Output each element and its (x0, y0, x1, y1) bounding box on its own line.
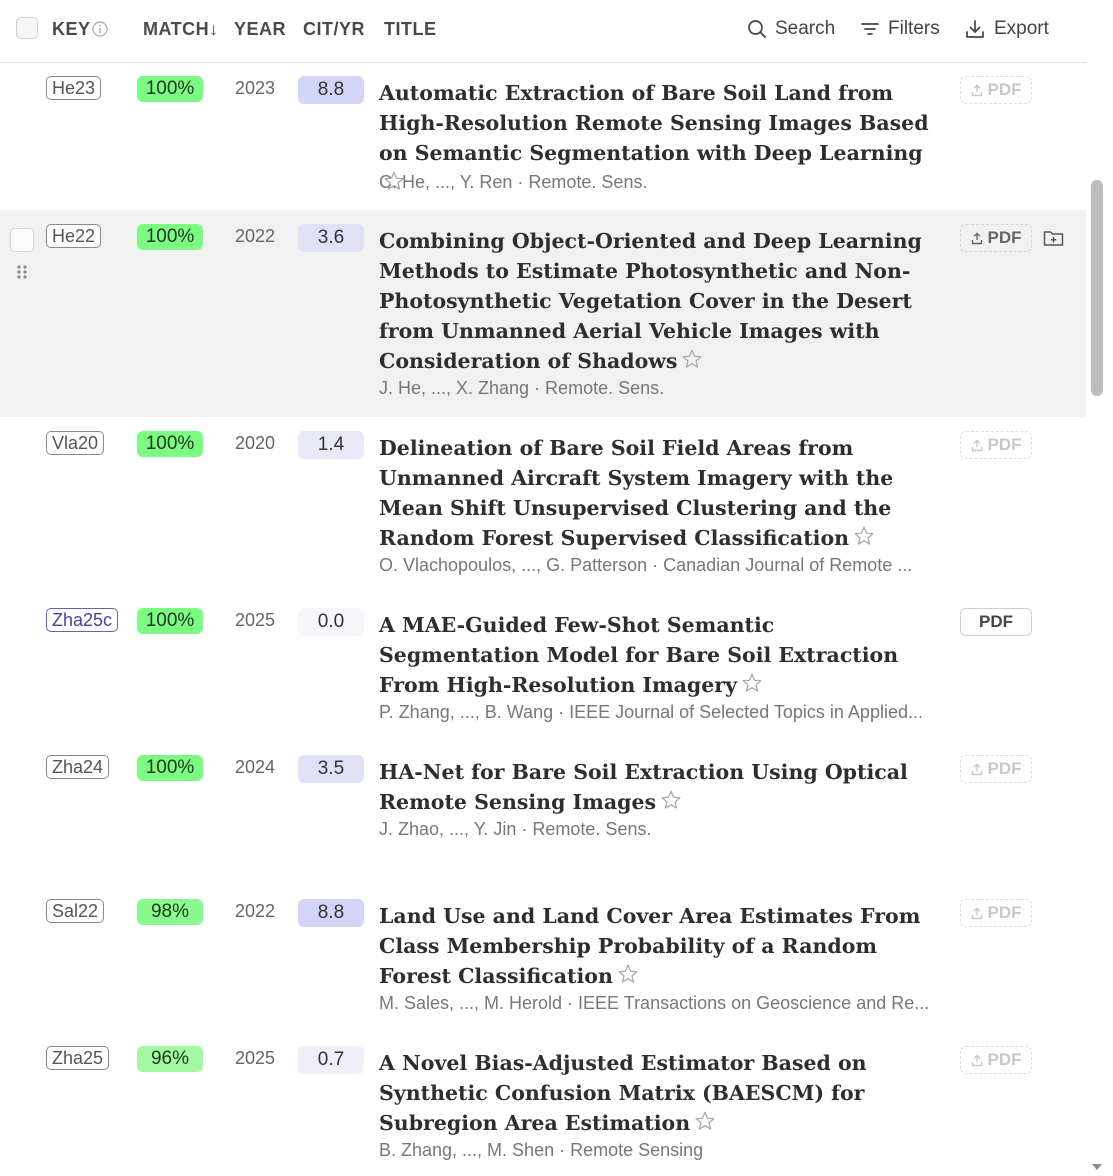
table-row[interactable]: Zha24 100% 2024 3.5 HA-Net for Bare Soil… (0, 741, 1086, 885)
export-button[interactable]: Export (964, 18, 1049, 40)
scroll-down-arrow-icon[interactable] (1091, 1162, 1103, 1172)
paper-title[interactable]: Land Use and Land Cover Area Estimates F… (379, 901, 939, 991)
star-icon[interactable] (853, 525, 875, 547)
pdf-label: PDF (987, 759, 1022, 778)
paper-authors-venue: J. Zhao, ..., Y. Jin · Remote. Sens. (379, 819, 652, 839)
paper-title[interactable]: A Novel Bias-Adjusted Estimator Based on… (379, 1048, 939, 1138)
citation-key-badge[interactable]: Sal22 (46, 899, 105, 923)
scrollbar-thumb[interactable] (1091, 180, 1103, 396)
pdf-upload-button[interactable]: PDF (960, 755, 1032, 783)
table-row[interactable]: He22 100% 2022 3.6 Combining Object-Orie… (0, 210, 1086, 417)
match-badge: 96% (137, 1046, 203, 1072)
match-badge: 100% (137, 431, 203, 457)
upload-icon (971, 763, 982, 775)
column-cit-per-year[interactable]: CIT/YR (303, 19, 365, 40)
filters-label: Filters (888, 18, 940, 39)
citations-per-year-badge: 1.4 (298, 431, 364, 459)
match-badge: 100% (137, 224, 203, 250)
table-row[interactable]: Vla20 100% 2020 1.4 Delineation of Bare … (0, 417, 1086, 594)
year-cell: 2022 (235, 226, 276, 246)
select-all-checkbox[interactable] (16, 17, 38, 39)
match-badge: 100% (137, 608, 203, 634)
citation-key-badge[interactable]: Zha24 (46, 755, 110, 779)
year-cell: 2020 (235, 433, 276, 453)
upload-icon (971, 84, 982, 96)
citation-key-badge[interactable]: Vla20 (46, 431, 105, 455)
match-badge: 98% (137, 899, 203, 925)
match-badge: 100% (137, 76, 203, 102)
upload-icon (971, 907, 982, 919)
paper-authors-venue: B. Zhang, ..., M. Shen · Remote Sensing (379, 1140, 704, 1160)
star-icon[interactable] (741, 672, 763, 694)
column-title[interactable]: TITLE (384, 19, 437, 40)
pdf-label: PDF (987, 228, 1022, 247)
info-icon[interactable] (92, 21, 108, 37)
year-cell: 2025 (235, 1048, 276, 1068)
paper-authors-venue: C. He, ..., Y. Ren · Remote. Sens. (379, 172, 648, 192)
pdf-label: PDF (979, 612, 1013, 631)
pdf-upload-button[interactable]: PDF (960, 431, 1032, 459)
citation-key-badge[interactable]: Zha25c (46, 608, 119, 632)
pdf-label: PDF (987, 903, 1022, 922)
year-cell: 2022 (235, 901, 276, 921)
pdf-button[interactable]: PDF (960, 608, 1032, 636)
pdf-upload-button[interactable]: PDF (960, 224, 1032, 252)
pdf-upload-button[interactable]: PDF (960, 76, 1032, 104)
paper-authors-venue: O. Vlachopoulos, ..., G. Patterson · Can… (379, 555, 913, 575)
table-row[interactable]: Sal22 98% 2022 8.8 Land Use and Land Cov… (0, 885, 1086, 1032)
paper-authors-venue: M. Sales, ..., M. Herold · IEEE Transact… (379, 993, 930, 1013)
table-header: KEY MATCH↓ YEAR CIT/YR TITLE Search Filt… (0, 0, 1086, 63)
filter-icon (861, 23, 879, 35)
upload-icon (971, 439, 982, 451)
pdf-upload-button[interactable]: PDF (960, 1046, 1032, 1074)
pdf-label: PDF (987, 80, 1022, 99)
citations-per-year-badge: 8.8 (298, 899, 364, 927)
export-label: Export (994, 18, 1049, 39)
year-cell: 2025 (235, 610, 276, 630)
column-year[interactable]: YEAR (234, 19, 286, 40)
table-row[interactable]: He23 100% 2023 8.8 Automatic Extraction … (0, 62, 1086, 210)
column-match[interactable]: MATCH↓ (143, 19, 219, 40)
citations-per-year-badge: 0.0 (298, 608, 364, 636)
citations-per-year-badge: 8.8 (298, 76, 364, 104)
search-button[interactable]: Search (747, 18, 835, 40)
citations-per-year-badge: 3.5 (298, 755, 364, 783)
citations-per-year-badge: 3.6 (298, 224, 364, 252)
search-label: Search (775, 18, 836, 39)
paper-authors-venue: J. He, ..., X. Zhang · Remote. Sens. (379, 378, 665, 398)
download-icon (966, 20, 984, 38)
paper-authors-venue: P. Zhang, ..., B. Wang · IEEE Journal of… (379, 702, 923, 722)
table-row[interactable]: Zha25c 100% 2025 0.0 A MAE-Guided Few-Sh… (0, 594, 1086, 741)
upload-icon (971, 232, 982, 244)
star-icon[interactable] (694, 1110, 716, 1132)
pdf-label: PDF (987, 435, 1022, 454)
filters-button[interactable]: Filters (860, 18, 940, 40)
pdf-upload-button[interactable]: PDF (960, 899, 1032, 927)
star-icon[interactable] (681, 348, 703, 370)
citations-per-year-badge: 0.7 (298, 1046, 364, 1074)
citation-key-badge[interactable]: He22 (46, 224, 102, 248)
pdf-label: PDF (987, 1050, 1022, 1069)
drag-handle-icon[interactable] (16, 264, 28, 280)
citation-key-badge[interactable]: He23 (46, 76, 102, 100)
add-to-folder-icon[interactable] (1043, 229, 1064, 247)
year-cell: 2024 (235, 757, 276, 777)
paper-title[interactable]: A MAE-Guided Few-Shot Semantic Segmentat… (379, 610, 939, 700)
star-icon[interactable] (617, 963, 639, 985)
row-checkbox[interactable] (10, 228, 34, 252)
column-key[interactable]: KEY (52, 19, 91, 40)
star-icon[interactable] (660, 789, 682, 811)
paper-title[interactable]: Delineation of Bare Soil Field Areas fro… (379, 433, 939, 553)
match-badge: 100% (137, 755, 203, 781)
year-cell: 2023 (235, 78, 276, 98)
upload-icon (971, 1054, 982, 1066)
citation-key-badge[interactable]: Zha25 (46, 1046, 110, 1070)
table-row[interactable]: Zha25 96% 2025 0.7 A Novel Bias-Adjusted… (0, 1032, 1086, 1176)
search-icon (748, 20, 766, 38)
paper-title[interactable]: Combining Object-Oriented and Deep Learn… (379, 226, 939, 376)
paper-title[interactable]: HA-Net for Bare Soil Extraction Using Op… (379, 757, 939, 817)
